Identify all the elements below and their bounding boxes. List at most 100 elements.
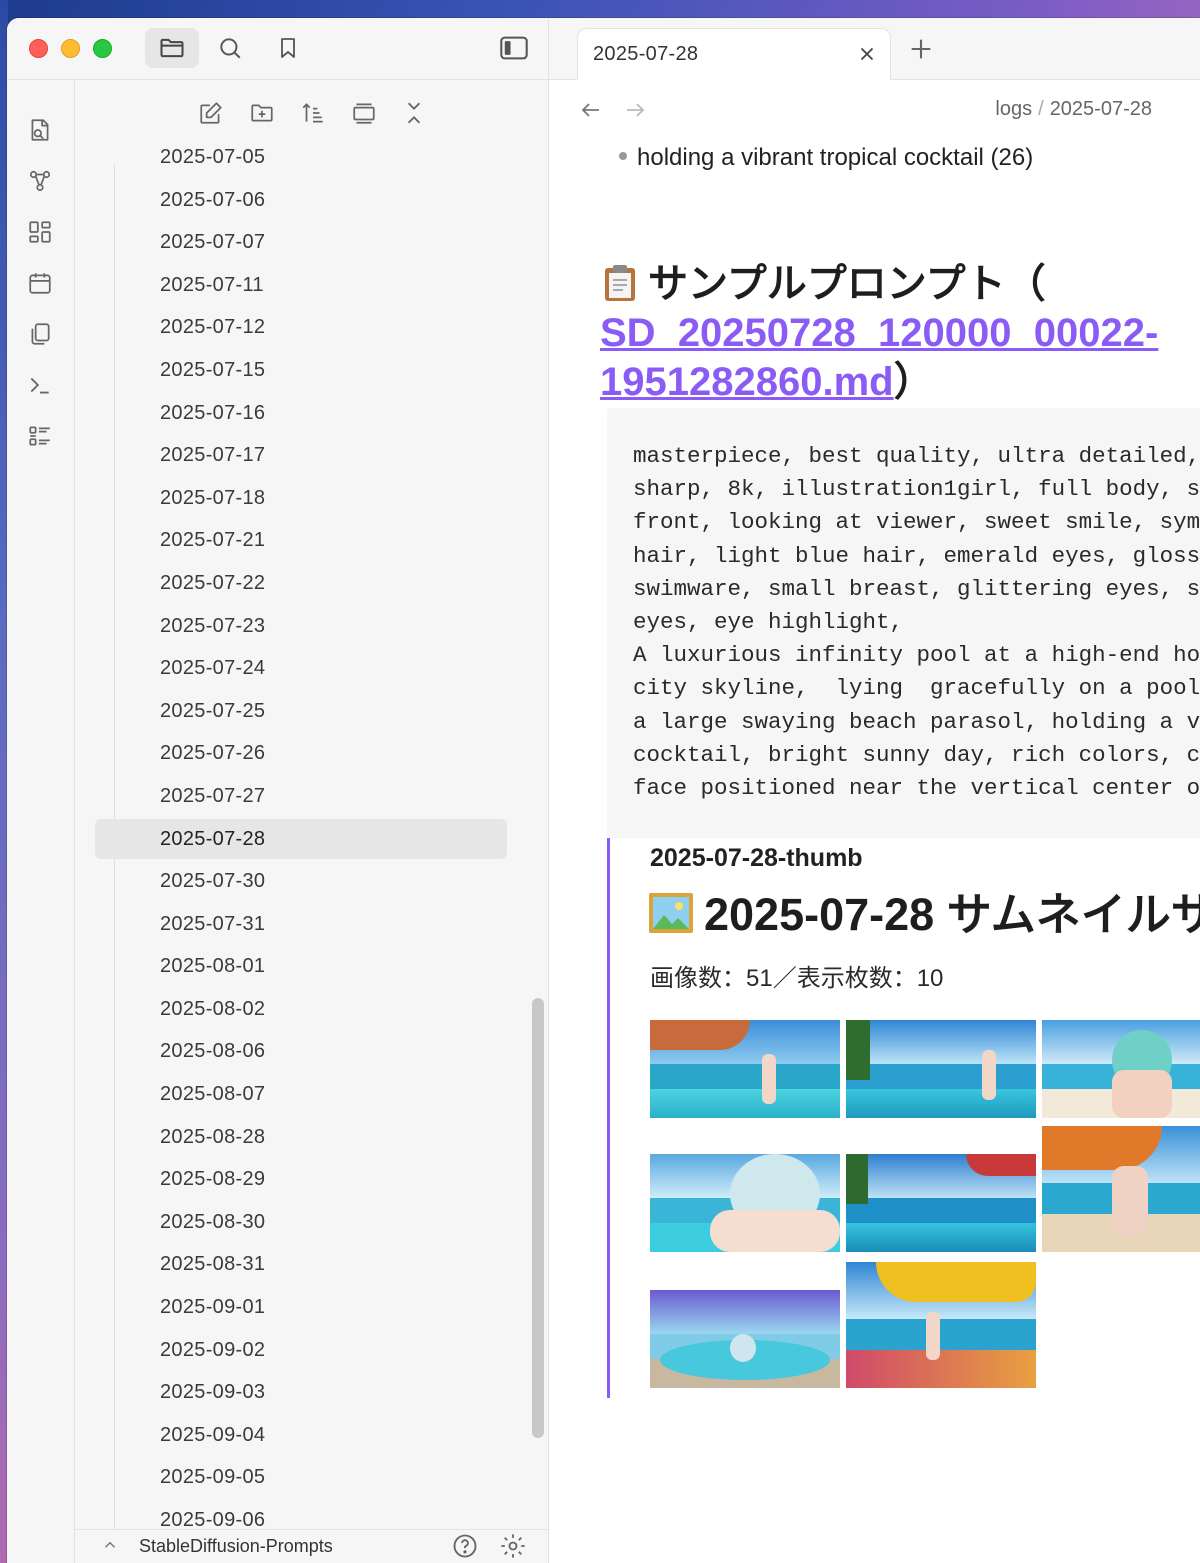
- prompt-file-link[interactable]: SD_20250728_120000_00022-: [600, 311, 1158, 355]
- canvas-icon: [29, 221, 51, 243]
- file-item[interactable]: 2025-07-16: [95, 392, 507, 435]
- file-item[interactable]: 2025-07-27: [95, 775, 507, 818]
- file-item[interactable]: 2025-08-07: [95, 1073, 507, 1116]
- minimize-window-button[interactable]: [61, 39, 80, 58]
- collapse-icon: [353, 103, 375, 124]
- thumbnail-image[interactable]: [650, 1154, 840, 1252]
- sidebar-header: [7, 18, 549, 80]
- file-item[interactable]: 2025-08-29: [95, 1158, 507, 1201]
- graph-icon: [29, 170, 51, 192]
- new-tab-icon[interactable]: [907, 35, 935, 63]
- file-item[interactable]: 2025-07-31: [95, 903, 507, 946]
- file-item[interactable]: 2025-07-15: [95, 349, 507, 392]
- back-arrow-icon[interactable]: [579, 98, 603, 122]
- file-item[interactable]: 2025-07-17: [95, 434, 507, 477]
- file-list: 2025-07-05 2025-07-06 2025-07-07 2025-07-11…: [95, 136, 507, 1542]
- file-item[interactable]: 2025-09-02: [95, 1329, 507, 1372]
- bookmark-icon: [281, 38, 295, 58]
- new-note-button[interactable]: [196, 98, 226, 128]
- new-folder-button[interactable]: [247, 98, 277, 128]
- code-line: front, looking at viewer, sweet smile, s…: [633, 509, 1200, 536]
- file-item[interactable]: 2025-07-21: [95, 519, 507, 562]
- file-item[interactable]: 2025-07-07: [95, 221, 507, 264]
- outline-icon: [29, 426, 50, 446]
- thumbnail-image[interactable]: [846, 1154, 1036, 1252]
- terminal-button[interactable]: [26, 371, 54, 399]
- file-item[interactable]: 2025-08-02: [95, 988, 507, 1031]
- file-item[interactable]: 2025-08-30: [95, 1201, 507, 1244]
- file-item[interactable]: 2025-09-04: [95, 1414, 507, 1457]
- file-item[interactable]: 2025-07-22: [95, 562, 507, 605]
- file-item[interactable]: 2025-08-28: [95, 1116, 507, 1159]
- callout-heading: 2025-07-28 サムネイルサ: [648, 878, 1200, 943]
- sort-icon: [302, 103, 323, 123]
- prompt-heading: サンプルプロンプト（ SD_20250728_120000_00022- 195…: [600, 260, 1200, 407]
- file-item[interactable]: 2025-08-01: [95, 945, 507, 988]
- file-item[interactable]: 2025-07-26: [95, 732, 507, 775]
- code-line: masterpiece, best quality, ultra detaile…: [633, 443, 1200, 469]
- folder-icon: [160, 38, 184, 58]
- note-view: logs / 2025-07-28 holding a vibrant tropic…: [549, 80, 1200, 1563]
- gear-icon[interactable]: [499, 1532, 527, 1560]
- sort-button[interactable]: [298, 98, 328, 128]
- file-item[interactable]: 2025-09-01: [95, 1286, 507, 1329]
- forward-arrow-icon[interactable]: [623, 98, 647, 122]
- thumbnail-image[interactable]: [846, 1020, 1036, 1118]
- graph-view-button[interactable]: [26, 167, 54, 195]
- code-line: A luxurious infinity pool at a high-end …: [633, 642, 1200, 669]
- thumbnail-image[interactable]: [846, 1262, 1036, 1388]
- collapse-button[interactable]: [349, 98, 379, 128]
- help-icon[interactable]: [451, 1532, 479, 1560]
- file-item-active[interactable]: 2025-07-28: [95, 818, 507, 859]
- search-icon: [220, 38, 241, 59]
- collapse-all-button[interactable]: [399, 98, 429, 128]
- file-item[interactable]: 2025-07-24: [95, 647, 507, 690]
- file-item[interactable]: 2025-09-05: [95, 1456, 507, 1499]
- search-view-button[interactable]: [203, 28, 257, 68]
- prompt-file-link-cont[interactable]: 1951282860.md: [600, 360, 894, 404]
- prompt-heading-prefix: サンプルプロンプト（: [648, 262, 1046, 306]
- code-line: eyes, eye highlight,: [633, 609, 904, 636]
- quick-switcher-button[interactable]: [26, 116, 54, 144]
- canvas-button[interactable]: [26, 218, 54, 246]
- file-explorer: 2025-07-05 2025-07-06 2025-07-07 2025-07-11…: [75, 80, 549, 1563]
- templates-icon: [31, 323, 50, 345]
- daily-note-button[interactable]: [26, 269, 54, 297]
- templates-button[interactable]: [26, 320, 54, 348]
- code-line: swimware, small breast, glittering eyes,…: [633, 575, 1200, 602]
- file-item[interactable]: 2025-07-23: [95, 605, 507, 648]
- file-item[interactable]: 2025-07-11: [95, 264, 507, 307]
- file-item[interactable]: 2025-07-18: [95, 477, 507, 520]
- file-item[interactable]: 2025-07-30: [95, 860, 507, 903]
- thumbnail-image[interactable]: [650, 1290, 840, 1388]
- code-line: a large swaying beach parasol, holding a…: [633, 708, 1200, 735]
- file-item[interactable]: 2025-09-03: [95, 1371, 507, 1414]
- vault-switcher[interactable]: StableDiffusion-Prompts: [75, 1529, 548, 1563]
- file-item[interactable]: 2025-07-05: [95, 136, 507, 179]
- breadcrumb-folder[interactable]: logs: [995, 98, 1032, 120]
- outline-button[interactable]: [26, 422, 54, 450]
- breadcrumb-file[interactable]: 2025-07-28: [1050, 98, 1152, 120]
- file-item[interactable]: 2025-08-06: [95, 1030, 507, 1073]
- tab-active-note[interactable]: 2025-07-28: [577, 28, 891, 81]
- code-line: city skyline, lying gracefully on a pool…: [633, 675, 1200, 702]
- code-block: masterpiece, best quality, ultra detaile…: [607, 408, 1200, 838]
- thumbnail-image[interactable]: [1042, 1126, 1200, 1252]
- bullet-icon: [619, 151, 627, 160]
- code-line: cocktail, bright sunny day, rich colors,…: [633, 741, 1200, 768]
- files-view-button[interactable]: [145, 28, 199, 68]
- sidebar-toggle-icon: [500, 36, 528, 60]
- file-item[interactable]: 2025-07-12: [95, 306, 507, 349]
- zoom-window-button[interactable]: [93, 39, 112, 58]
- file-item[interactable]: 2025-07-06: [95, 179, 507, 222]
- explorer-scrollbar[interactable]: [532, 998, 544, 1438]
- thumbnail-image[interactable]: [1042, 1020, 1200, 1118]
- close-window-button[interactable]: [29, 39, 48, 58]
- toggle-sidebar-button[interactable]: [487, 28, 541, 68]
- thumbnail-image[interactable]: [650, 1020, 840, 1118]
- file-item[interactable]: 2025-07-25: [95, 690, 507, 733]
- bookmarks-view-button[interactable]: [261, 28, 315, 68]
- vault-name: StableDiffusion-Prompts: [139, 1536, 333, 1556]
- file-item[interactable]: 2025-08-31: [95, 1243, 507, 1286]
- close-tab-icon[interactable]: [856, 43, 878, 65]
